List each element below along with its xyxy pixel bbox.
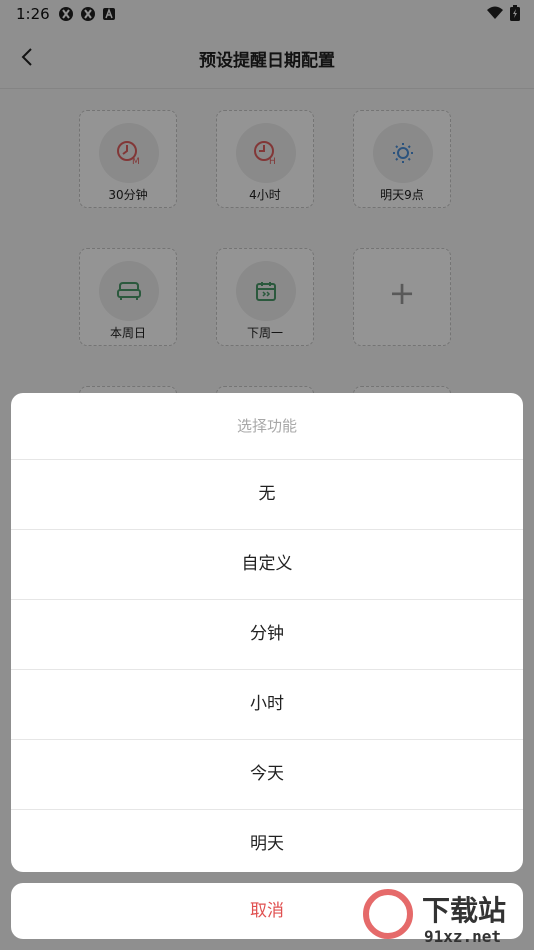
action-sheet: 选择功能 无 自定义 分钟 小时 今天 明天 bbox=[11, 393, 523, 872]
watermark-logo: 下载站 91xz.net bbox=[363, 889, 506, 946]
option-custom[interactable]: 自定义 bbox=[11, 530, 523, 600]
watermark-brand: 下载站 bbox=[422, 894, 506, 927]
sheet-title: 选择功能 bbox=[11, 393, 523, 460]
option-today[interactable]: 今天 bbox=[11, 740, 523, 810]
option-tomorrow[interactable]: 明天 bbox=[11, 810, 523, 872]
option-minutes[interactable]: 分钟 bbox=[11, 600, 523, 670]
option-none[interactable]: 无 bbox=[11, 460, 523, 530]
option-hours[interactable]: 小时 bbox=[11, 670, 523, 740]
watermark-domain: 91xz.net bbox=[424, 927, 501, 946]
